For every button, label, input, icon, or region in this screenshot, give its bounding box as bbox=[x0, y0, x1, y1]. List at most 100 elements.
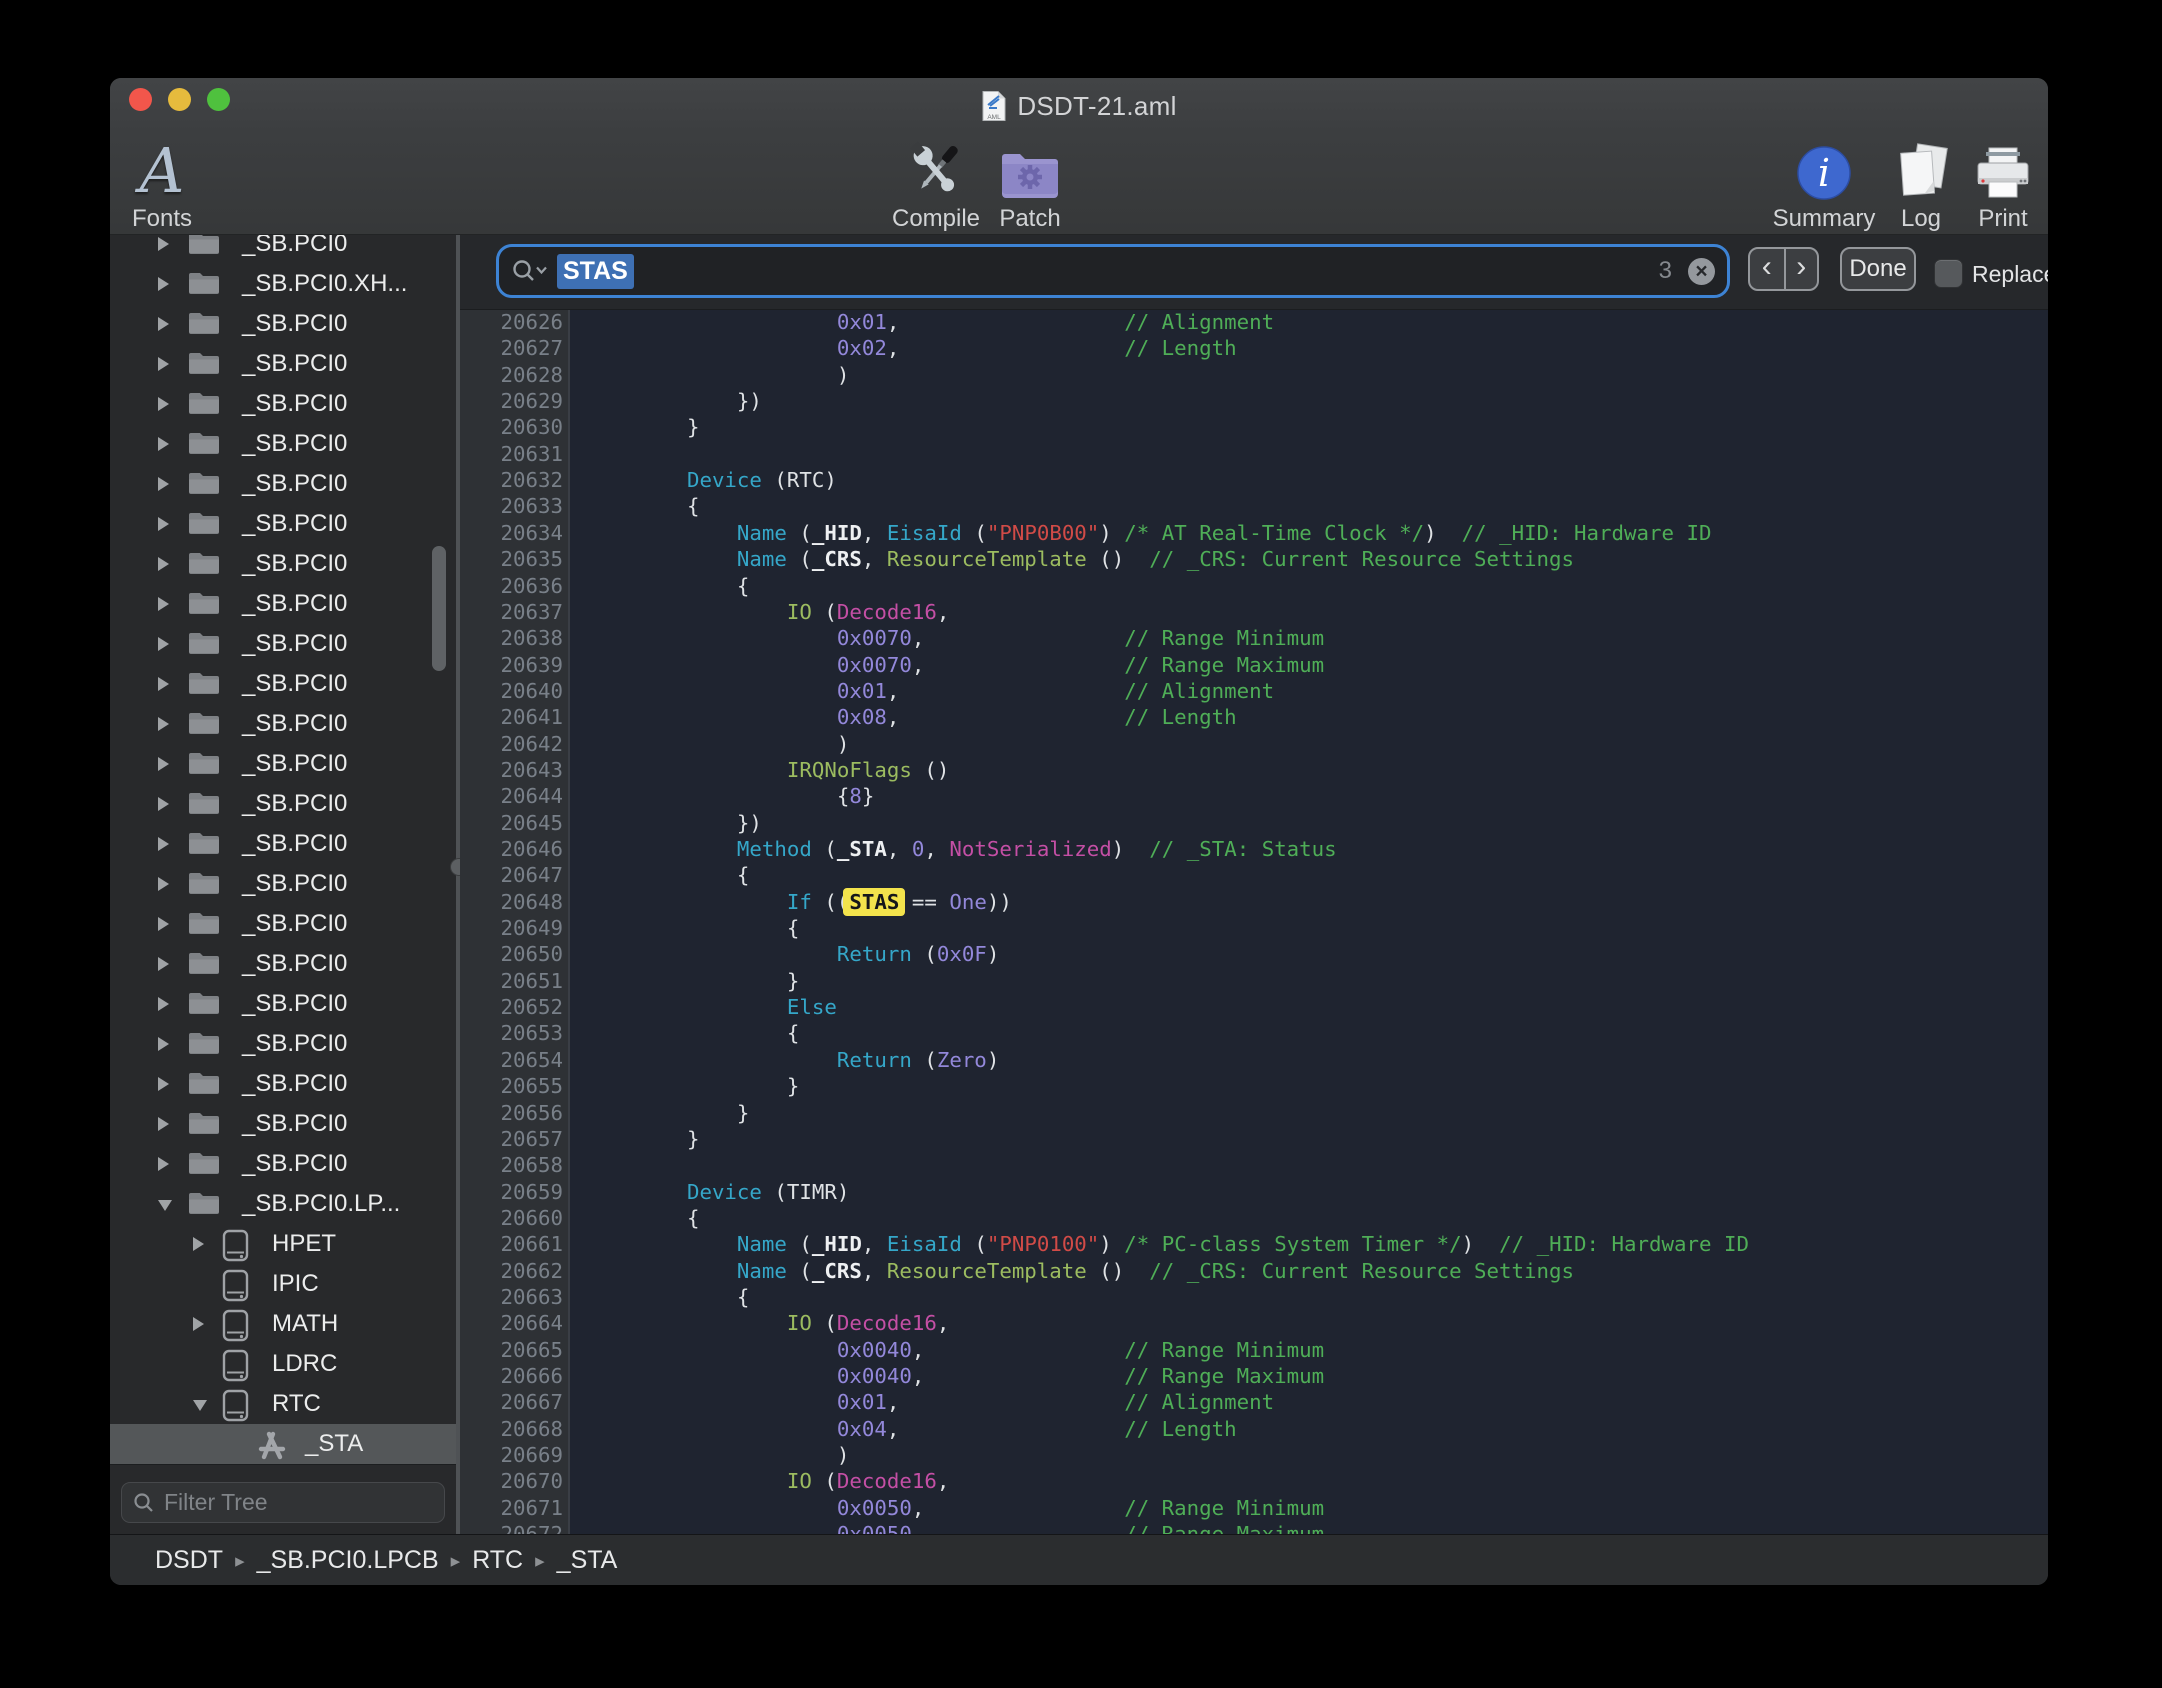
chevron-right-icon[interactable] bbox=[158, 1037, 169, 1051]
code-lines: 20626 0x01, // Alignment20627 0x02, // L… bbox=[460, 235, 2048, 1535]
chevron-right-icon[interactable] bbox=[158, 877, 169, 891]
tree-item-ldrc[interactable]: LDRC bbox=[110, 1344, 456, 1384]
chevron-right-icon[interactable] bbox=[158, 1117, 169, 1131]
chevron-right-icon[interactable] bbox=[158, 477, 169, 491]
tree-item--sb-pci0[interactable]: _SB.PCI0 bbox=[110, 984, 456, 1024]
chevron-right-icon[interactable] bbox=[158, 597, 169, 611]
clear-search-icon[interactable]: × bbox=[1688, 258, 1715, 285]
chevron-right-icon[interactable] bbox=[158, 957, 169, 971]
code-text: ) bbox=[587, 362, 849, 388]
tree-item--sb-pci0[interactable]: _SB.PCI0 bbox=[110, 1064, 456, 1104]
breadcrumb-item[interactable]: DSDT bbox=[155, 1546, 223, 1575]
breadcrumb-item[interactable]: _SB.PCI0.LPCB bbox=[257, 1546, 439, 1575]
chevron-right-icon[interactable] bbox=[158, 357, 169, 371]
tree-item--sb-pci0[interactable]: _SB.PCI0 bbox=[110, 824, 456, 864]
tree-item--sb-pci0[interactable]: _SB.PCI0 bbox=[110, 304, 456, 344]
chevron-right-icon[interactable] bbox=[158, 997, 169, 1011]
tree-item--sb-pci0[interactable]: _SB.PCI0 bbox=[110, 1024, 456, 1064]
tree-item--sb-pci0[interactable]: _SB.PCI0 bbox=[110, 744, 456, 784]
chevron-right-icon[interactable] bbox=[158, 677, 169, 691]
breadcrumb: DSDT▸_SB.PCI0.LPCB▸RTC▸_STA bbox=[110, 1534, 2048, 1585]
chevron-right-icon[interactable] bbox=[158, 757, 169, 771]
tree-item--sb-pci0[interactable]: _SB.PCI0 bbox=[110, 344, 456, 384]
code-line: 20642 ) bbox=[460, 731, 2048, 757]
chevron-right-icon[interactable] bbox=[158, 837, 169, 851]
search-input[interactable]: STAS bbox=[557, 254, 634, 289]
code-line: 20666 0x0040, // Range Maximum bbox=[460, 1363, 2048, 1389]
chevron-right-icon[interactable] bbox=[158, 237, 169, 251]
tree-item--sb-pci0-lp-[interactable]: _SB.PCI0.LP... bbox=[110, 1184, 456, 1224]
tree-item--sb-pci0[interactable]: _SB.PCI0 bbox=[110, 1104, 456, 1144]
tree-item--sb-pci0[interactable]: _SB.PCI0 bbox=[110, 424, 456, 464]
line-number: 20645 bbox=[460, 810, 563, 836]
tree-item--sta[interactable]: _STA bbox=[110, 1424, 456, 1464]
tree-item--sb-pci0[interactable]: _SB.PCI0 bbox=[110, 784, 456, 824]
tree-item-label: _SB.PCI0 bbox=[242, 1070, 347, 1098]
tree-item--sb-pci0-xh-[interactable]: _SB.PCI0.XH... bbox=[110, 264, 456, 304]
tree-item--sb-pci0[interactable]: _SB.PCI0 bbox=[110, 664, 456, 704]
chevron-right-icon[interactable] bbox=[158, 797, 169, 811]
chevron-down-icon[interactable] bbox=[158, 1200, 172, 1211]
replace-checkbox[interactable] bbox=[1934, 259, 1963, 288]
breadcrumb-item[interactable]: RTC bbox=[472, 1546, 523, 1575]
code-line: 20635 Name (_CRS, ResourceTemplate () //… bbox=[460, 546, 2048, 572]
tree-item-hpet[interactable]: HPET bbox=[110, 1224, 456, 1264]
tree-item-ipic[interactable]: IPIC bbox=[110, 1264, 456, 1304]
sidebar-scrollbar-thumb[interactable] bbox=[432, 546, 446, 671]
print-button[interactable]: Print bbox=[1963, 136, 2043, 233]
editor[interactable]: 20626 0x01, // Alignment20627 0x02, // L… bbox=[460, 235, 2048, 1535]
tree-item-rtc[interactable]: RTC bbox=[110, 1384, 456, 1424]
breadcrumb-item[interactable]: _STA bbox=[557, 1546, 618, 1575]
fonts-button[interactable]: A Fonts bbox=[118, 136, 206, 233]
line-number: 20644 bbox=[460, 783, 563, 809]
tree-item--sb-pci0[interactable]: _SB.PCI0 bbox=[110, 584, 456, 624]
tree-item--sb-pci0[interactable]: _SB.PCI0 bbox=[110, 944, 456, 984]
filter-tree-field[interactable]: Filter Tree bbox=[121, 1482, 445, 1523]
chevron-right-icon[interactable] bbox=[158, 517, 169, 531]
chevron-right-icon[interactable] bbox=[193, 1317, 204, 1331]
compile-button[interactable]: Compile bbox=[886, 136, 986, 233]
tree-item--sb-pci0[interactable]: _SB.PCI0 bbox=[110, 704, 456, 744]
chevron-right-icon[interactable] bbox=[158, 317, 169, 331]
tree-item--sb-pci0[interactable]: _SB.PCI0 bbox=[110, 464, 456, 504]
line-number: 20639 bbox=[460, 652, 563, 678]
patch-button[interactable]: Patch bbox=[980, 136, 1080, 233]
line-number: 20630 bbox=[460, 414, 563, 440]
find-previous-button[interactable]: ‹ bbox=[1750, 249, 1784, 289]
chevron-right-icon[interactable] bbox=[158, 717, 169, 731]
tree-item--sb-pci0[interactable]: _SB.PCI0 bbox=[110, 544, 456, 584]
log-button[interactable]: Log bbox=[1881, 136, 1961, 233]
code-text: 0x04, // Length bbox=[587, 1416, 1237, 1442]
tree-item--sb-pci0[interactable]: _SB.PCI0 bbox=[110, 904, 456, 944]
find-next-button[interactable]: › bbox=[1784, 249, 1818, 289]
chevron-right-icon[interactable] bbox=[158, 1077, 169, 1091]
tree-item--sb-pci0[interactable]: _SB.PCI0 bbox=[110, 624, 456, 664]
search-menu-icon[interactable] bbox=[511, 258, 549, 284]
done-button[interactable]: Done bbox=[1840, 247, 1916, 291]
search-field[interactable]: STAS 3 × bbox=[496, 244, 1730, 298]
tree-item-label: _SB.PCI0 bbox=[242, 790, 347, 818]
tree-item--sb-pci0[interactable]: _SB.PCI0 bbox=[110, 235, 456, 264]
tree-item--sb-pci0[interactable]: _SB.PCI0 bbox=[110, 864, 456, 904]
chevron-right-icon[interactable] bbox=[158, 917, 169, 931]
chevron-right-icon[interactable] bbox=[158, 1157, 169, 1171]
breadcrumb-separator-icon: ▸ bbox=[535, 1548, 545, 1573]
code-text: 0x0040, // Range Maximum bbox=[587, 1363, 1324, 1389]
tree-item--sb-pci0[interactable]: _SB.PCI0 bbox=[110, 504, 456, 544]
summary-button[interactable]: i Summary bbox=[1770, 136, 1878, 233]
chevron-right-icon[interactable] bbox=[193, 1237, 204, 1251]
chevron-right-icon[interactable] bbox=[158, 637, 169, 651]
folder-icon bbox=[187, 749, 221, 777]
chevron-right-icon[interactable] bbox=[158, 557, 169, 571]
chevron-right-icon[interactable] bbox=[158, 437, 169, 451]
tree-item--sb-pci0[interactable]: _SB.PCI0 bbox=[110, 1144, 456, 1184]
code-line: 20638 0x0070, // Range Minimum bbox=[460, 625, 2048, 651]
chevron-down-icon[interactable] bbox=[193, 1400, 207, 1411]
chevron-right-icon[interactable] bbox=[158, 397, 169, 411]
breadcrumb-separator-icon: ▸ bbox=[235, 1548, 245, 1573]
code-line: 20648 If ((STAS == One)) bbox=[460, 889, 2048, 915]
code-line: 20649 { bbox=[460, 915, 2048, 941]
tree-item-math[interactable]: MATH bbox=[110, 1304, 456, 1344]
chevron-right-icon[interactable] bbox=[158, 277, 169, 291]
tree-item--sb-pci0[interactable]: _SB.PCI0 bbox=[110, 384, 456, 424]
